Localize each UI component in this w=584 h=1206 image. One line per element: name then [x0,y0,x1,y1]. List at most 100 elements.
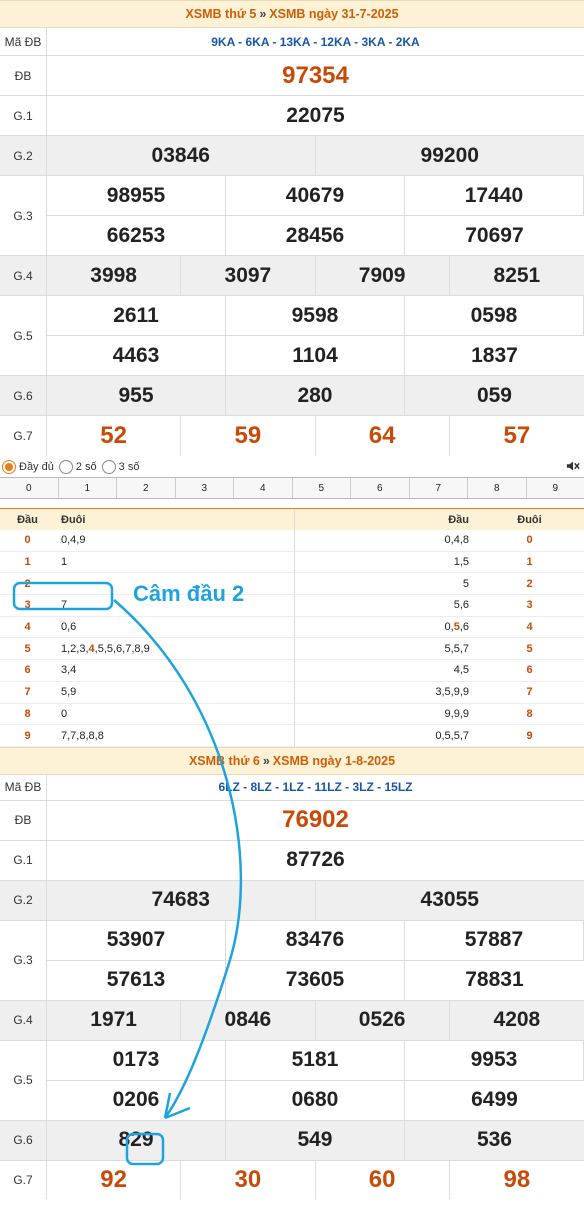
draw2-prize-g5: G.5 0173 5181 9953 0206 0680 6499 [0,1040,584,1121]
row-key: 6 [24,664,31,677]
table-row: 8 0 9,9,9 8 [0,703,584,726]
radio-selected-icon[interactable] [2,459,16,474]
special-prize-number: 97354 [282,61,349,89]
prize-number: 7909 [316,256,450,295]
prize-number: 9953 [404,1040,584,1081]
prize-number: 4208 [493,1008,541,1032]
digit-button[interactable]: 6 [351,478,410,498]
madb-codes: 9KA - 6KA - 13KA - 12KA - 3KA - 2KA [211,34,420,49]
row-key: 3 [24,599,31,612]
head-values: 0, 5,6 [295,617,475,638]
option-three-digits[interactable]: 3 số [101,459,140,474]
madb-label: Mã ĐB [0,28,47,55]
prize-number: 92 [47,1160,182,1199]
sound-mute-icon[interactable] [566,459,580,473]
option-two-digits[interactable]: 2 số [58,459,97,474]
prize-number: 0526 [316,1000,450,1040]
prize-label: G.3 [0,176,47,255]
table-row: 9 7,7,8,8,8 0,5,5,7 9 [0,725,584,747]
row-key: 1 [24,556,31,569]
head-values: 3,5,9,9 [435,686,469,699]
prize-number: 83476 [225,920,405,961]
head-values: 0,5,5,7 [435,729,469,742]
row-key: 7 [526,686,533,699]
prize-label: G.4 [0,1000,47,1040]
value-part: 1,2,3, [61,642,89,655]
prize-number: 0680 [226,1080,405,1120]
prize-number: 536 [476,1128,512,1152]
prize-number: 66253 [47,216,226,255]
radio-icon[interactable] [58,459,73,474]
digit-button[interactable]: 1 [59,478,117,498]
draw2-prize-g3: G.3 53907 83476 57887 57613 73605 78831 [0,920,584,1001]
prize-number: 98955 [47,176,226,216]
prize-number: 9598 [225,296,405,336]
tail-values: 1,2,3, 4,5,5,6,7,8,9 [55,638,295,660]
prize-number: 78831 [465,968,524,992]
option-label: Đầy đủ [19,460,54,473]
prize-number: 98 [503,1165,531,1193]
digit-filter-bar: 0 1 2 3 4 5 6 7 8 9 [0,478,584,499]
radio-icon[interactable] [101,459,116,474]
prize-number: 0598 [404,296,584,336]
annotation-text: Câm đầu 2 [133,581,245,606]
prize-label: G.5 [0,296,47,375]
dau-duoi-table: Đầu Đuôi Đầu Đuôi 0 0,4,9 0,4,8 0 1 1 1,5 1 25… [0,508,584,747]
tail-values: 5,9 [55,681,295,703]
row-key: 9 [24,729,31,742]
draw1-prize-db: ĐB 97354 [0,56,584,96]
row-key: 3 [526,599,533,612]
column-header: Đầu [448,513,469,526]
draw1-day-link[interactable]: XSMB thứ 5 [185,7,256,21]
display-options: Đầy đủ 2 số 3 số [0,456,584,478]
digit-button[interactable]: 8 [468,478,527,498]
digit-button[interactable]: 9 [527,478,584,498]
draw2-day-link[interactable]: XSMB thứ 6 [189,754,260,768]
draw2-prize-g7: G.7 92 30 60 98 [0,1160,584,1199]
digit-button[interactable]: 7 [410,478,468,498]
header-separator: » [262,753,270,768]
special-prize-number: 76902 [282,806,349,834]
prize-number: 28456 [226,216,405,255]
digit-button[interactable]: 5 [293,478,351,498]
prize-number: 57887 [404,920,584,961]
head-values: 1,5 [453,556,469,569]
prize-label: ĐB [0,800,47,840]
prize-number: 1837 [471,343,518,367]
row-key: 0 [24,534,31,547]
draw1-prize-g7: G.7 52 59 64 57 [0,416,584,456]
dau-duoi-header: Đầu Đuôi Đầu Đuôi [0,508,584,530]
digit-button[interactable]: 0 [0,478,59,498]
head-values: 5 [462,577,469,590]
draw2-date-link[interactable]: XSMB ngày 1-8-2025 [273,754,395,768]
option-label: 2 số [75,460,97,473]
prize-number: 53907 [47,920,226,961]
draw1-prize-g1: G.1 22075 [0,96,584,136]
prize-number: 40679 [225,176,405,216]
digit-button[interactable]: 2 [117,478,176,498]
row-key: 4 [526,621,533,634]
head-values: 0,4,8 [444,534,469,547]
prize-number: 64 [316,416,450,456]
row-key: 2 [24,577,31,590]
tail-values: 0,6 [55,616,295,638]
madb-label: Mã ĐB [0,774,47,800]
draw2-madb-row: Mã ĐB 6LZ - 8LZ - 1LZ - 11LZ - 3LZ - 15L… [0,774,584,801]
digit-button[interactable]: 3 [176,478,234,498]
draw2-header: XSMB thứ 6» XSMB ngày 1-8-2025 [0,746,584,775]
table-row: 4 0,6 0, 5,6 4 [0,616,584,639]
option-full[interactable]: Đầy đủ [2,459,54,474]
table-row: 0 0,4,9 0,4,8 0 [0,530,584,552]
row-key: 5 [24,642,31,655]
prize-label: G.4 [0,256,47,295]
draw1-date-link[interactable]: XSMB ngày 31-7-2025 [269,7,398,21]
table-row: 6 3,4 4,5 6 [0,660,584,682]
prize-number: 30 [181,1160,316,1199]
draw1-prize-g2: G.2 03846 99200 [0,136,584,176]
prize-number: 57613 [47,960,226,1000]
row-key: 0 [526,534,533,547]
prize-number: 4463 [47,336,226,375]
digit-button[interactable]: 4 [234,478,293,498]
prize-label: G.3 [0,920,47,1000]
option-label: 3 số [118,460,140,473]
